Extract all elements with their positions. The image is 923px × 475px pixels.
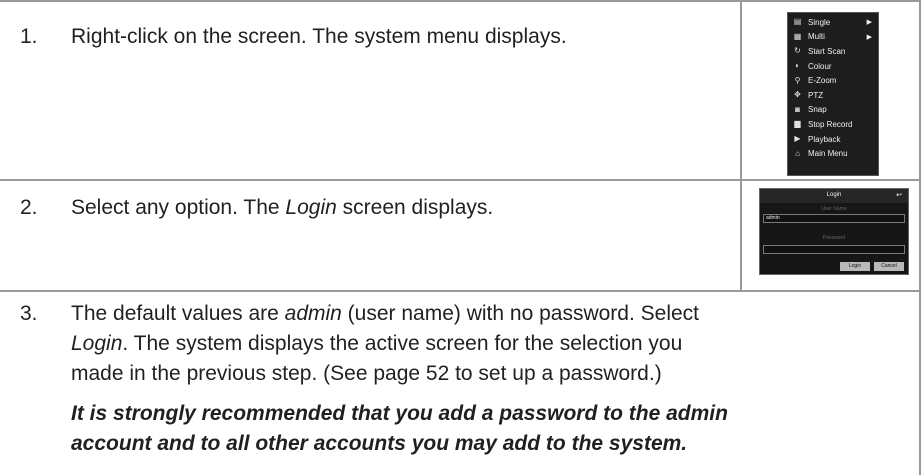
text-span: screen displays. [336,196,494,219]
back-icon: ↩ [896,192,902,199]
menu-item-label: Start Scan [808,46,846,56]
ptz-icon: ✥ [794,90,801,100]
menu-item-label: Stop Record [808,119,853,129]
menu-item-label: Playback [808,134,841,144]
column-divider [740,0,742,290]
step-text: Select any option. The Login screen disp… [71,193,493,223]
step-number: 3. [20,302,38,325]
note-line: It is strongly recommended that you add … [71,402,728,425]
text-span: Select any option. The [71,196,286,219]
menu-item-single: ▤ Single ▶ [788,15,878,30]
menu-item-label: Single [808,17,831,27]
step-text-line: made in the previous step. (See page 52 … [71,362,662,385]
row-divider [0,179,921,181]
step-number: 2. [20,196,38,219]
text-span-italic: Login [71,332,123,355]
step-number: 1. [20,25,38,48]
login-screen-screenshot: Login ↩ User Name admin Password Login C… [759,188,909,275]
menu-item-playback: ▶ Playback [788,132,878,147]
menu-item-snap: ◙ Snap [788,103,878,118]
menu-item-ptz: ✥ PTZ [788,88,878,103]
table-right-border [919,0,921,475]
step-text: Right-click on the screen. The system me… [71,25,567,48]
note-line: account and to all other accounts you ma… [71,432,688,455]
cancel-button: Cancel [874,262,904,271]
password-field [763,245,905,254]
snapshot-icon: ◙ [795,104,800,114]
record-icon: ▆ [794,119,801,129]
system-menu-screenshot: ▤ Single ▶ ▦ Multi ▶ ↻ Start Scan ◐ Colour ⚲ E-… [787,12,879,176]
step-text-line: The default values are admin (user name)… [71,299,699,329]
single-view-icon: ▤ [793,17,802,27]
menu-item-colour: ◐ Colour [788,59,878,74]
home-icon: ⌂ [795,148,800,158]
step-text-line: Login. The system displays the active sc… [71,329,682,359]
recommendation-note: It is strongly recommended that you add … [71,386,917,459]
playback-icon: ▶ [794,134,801,144]
menu-item-label: Colour [808,61,832,71]
menu-item-main-menu: ⌂ Main Menu [788,146,878,161]
colour-icon: ◐ [795,61,800,71]
menu-item-multi: ▦ Multi ▶ [788,30,878,45]
text-span: The default values are [71,302,285,325]
password-label: Password [823,235,845,241]
menu-item-stop-record: ▆ Stop Record [788,117,878,132]
user-name-field: admin [763,214,905,223]
login-button: Login [840,262,870,271]
multi-view-icon: ▦ [793,31,802,41]
menu-item-label: PTZ [808,90,824,100]
row-divider [0,290,921,292]
text-span-italic: Login [285,196,337,219]
scan-icon: ↻ [794,46,801,56]
text-span: (user name) with no password. Select [341,302,699,325]
user-name-label: User Name [821,206,847,212]
login-title: Login [826,192,842,198]
menu-item-label: Multi [808,32,825,42]
zoom-icon: ⚲ [794,75,801,85]
submenu-arrow-icon: ▶ [866,19,872,26]
menu-item-label: E-Zoom [808,76,837,86]
submenu-arrow-icon: ▶ [866,33,872,41]
menu-item-label: Main Menu [808,149,848,159]
text-span: . The system displays the active screen … [122,332,683,355]
text-span-italic: admin [284,302,342,325]
menu-item-label: Snap [808,105,827,115]
menu-item-e-zoom: ⚲ E-Zoom [788,73,878,88]
menu-item-start-scan: ↻ Start Scan [788,44,878,59]
table-top-border [0,0,921,2]
